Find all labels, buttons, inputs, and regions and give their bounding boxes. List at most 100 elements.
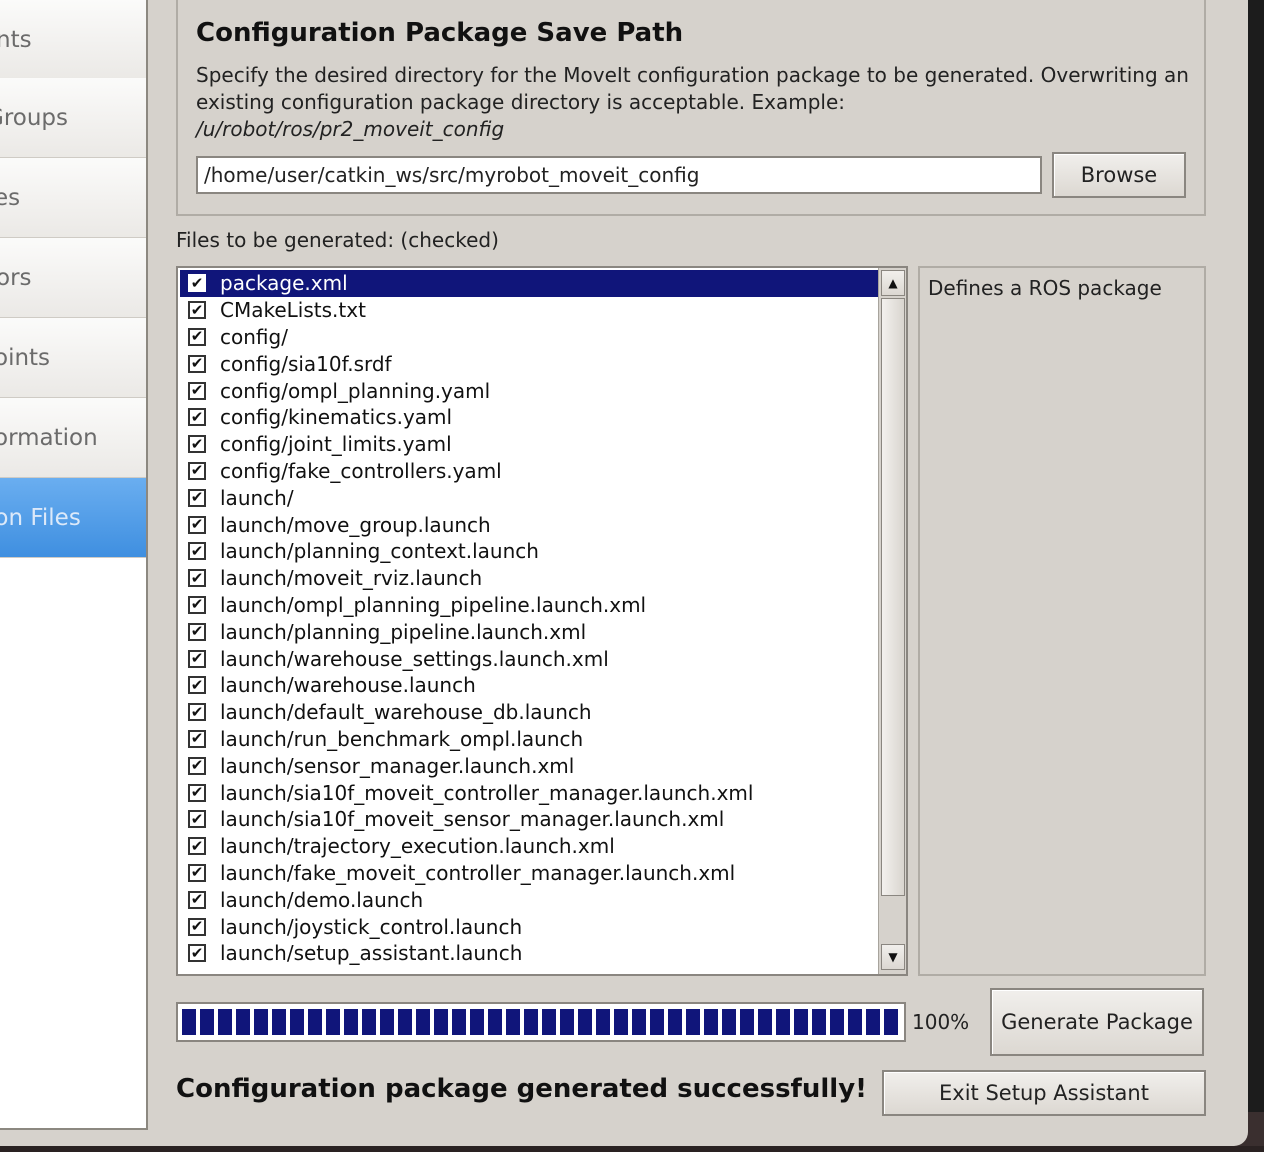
checkbox[interactable]: ✔	[188, 595, 206, 614]
checkbox[interactable]: ✔	[188, 569, 206, 588]
file-description-box: Defines a ROS package	[918, 266, 1206, 976]
checkbox[interactable]: ✔	[188, 649, 206, 668]
sidebar-item[interactable]: oints	[0, 318, 146, 398]
file-description-text: Defines a ROS package	[928, 276, 1162, 300]
file-list-item[interactable]: ✔ config/kinematics.yaml	[180, 404, 882, 431]
file-name: config/	[220, 324, 288, 349]
checkbox[interactable]: ✔	[188, 274, 206, 293]
sidebar-item[interactable]: ormation	[0, 398, 146, 478]
file-name: config/sia10f.srdf	[220, 351, 392, 376]
checkbox[interactable]: ✔	[188, 622, 206, 641]
file-list-item[interactable]: ✔ config/fake_controllers.yaml	[180, 458, 882, 485]
checkbox[interactable]: ✔	[188, 408, 206, 427]
generate-package-button[interactable]: Generate Package	[990, 988, 1204, 1056]
file-list-item[interactable]: ✔ launch/planning_pipeline.launch.xml	[180, 618, 882, 645]
file-list[interactable]: ✔ package.xml ✔ CMakeLists.txt ✔ config/ ✔ conf…	[176, 266, 908, 976]
checkbox[interactable]: ✔	[188, 944, 206, 963]
file-list-item[interactable]: ✔ launch/moveit_rviz.launch	[180, 565, 882, 592]
sidebar-item[interactable]: Groups	[0, 78, 146, 158]
file-list-item[interactable]: ✔ launch/	[180, 484, 882, 511]
file-list-item[interactable]: ✔ launch/planning_context.launch	[180, 538, 882, 565]
sidebar-item-label: nts	[0, 26, 32, 53]
save-path-title: Configuration Package Save Path	[196, 18, 684, 48]
file-name: launch/default_warehouse_db.launch	[220, 700, 592, 725]
sidebar-item[interactable]: ors	[0, 238, 146, 318]
scroll-up-arrow-icon[interactable]: ▲	[881, 270, 905, 296]
file-name: config/kinematics.yaml	[220, 405, 453, 430]
file-list-item[interactable]: ✔ config/	[180, 324, 882, 351]
checkbox[interactable]: ✔	[188, 890, 206, 909]
file-list-item[interactable]: ✔ config/ompl_planning.yaml	[180, 377, 882, 404]
file-name: launch/setup_assistant.launch	[220, 941, 523, 966]
progress-fill	[182, 1009, 900, 1035]
status-message: Configuration package generated successf…	[176, 1074, 868, 1104]
file-name: launch/sia10f_moveit_sensor_manager.laun…	[220, 807, 725, 832]
file-name: launch/sensor_manager.launch.xml	[220, 753, 575, 778]
file-list-item[interactable]: ✔ launch/default_warehouse_db.launch	[180, 699, 882, 726]
file-list-scrollbar[interactable]: ▲ ▼	[878, 268, 906, 974]
checkbox[interactable]: ✔	[188, 729, 206, 748]
checkbox[interactable]: ✔	[188, 488, 206, 507]
checkbox[interactable]: ✔	[188, 381, 206, 400]
desktop-background	[0, 1146, 1264, 1152]
checkbox[interactable]: ✔	[188, 301, 206, 320]
checkbox[interactable]: ✔	[188, 435, 206, 454]
scroll-thumb[interactable]	[881, 298, 905, 896]
file-name: launch/joystick_control.launch	[220, 914, 523, 939]
file-list-item[interactable]: ✔ launch/sia10f_moveit_sensor_manager.lau…	[180, 806, 882, 833]
browse-button[interactable]: Browse	[1052, 152, 1186, 198]
checkbox[interactable]: ✔	[188, 542, 206, 561]
checkbox[interactable]: ✔	[188, 756, 206, 775]
file-name: launch/demo.launch	[220, 887, 424, 912]
checkbox[interactable]: ✔	[188, 863, 206, 882]
file-list-item[interactable]: ✔ launch/demo.launch	[180, 886, 882, 913]
sidebar-item-label: oints	[0, 344, 51, 371]
file-name: package.xml	[220, 271, 348, 296]
checkbox[interactable]: ✔	[188, 515, 206, 534]
sidebar: nts Groups es ors oints ormation ion Files	[0, 0, 148, 1130]
files-label: Files to be generated: (checked)	[176, 228, 499, 252]
file-list-item[interactable]: ✔ launch/warehouse.launch	[180, 672, 882, 699]
file-name: launch/	[220, 485, 294, 510]
checkbox[interactable]: ✔	[188, 837, 206, 856]
sidebar-item-label: ion Files	[0, 504, 81, 531]
sidebar-item[interactable]: nts	[0, 0, 146, 80]
file-name: config/ompl_planning.yaml	[220, 378, 491, 403]
exit-setup-assistant-button[interactable]: Exit Setup Assistant	[882, 1070, 1206, 1116]
file-list-item[interactable]: ✔ config/joint_limits.yaml	[180, 431, 882, 458]
file-list-item[interactable]: ✔ launch/run_benchmark_ompl.launch	[180, 726, 882, 753]
file-list-item[interactable]: ✔ launch/joystick_control.launch	[180, 913, 882, 940]
file-name: launch/moveit_rviz.launch	[220, 566, 483, 591]
file-name: launch/warehouse_settings.launch.xml	[220, 646, 609, 671]
file-name: CMakeLists.txt	[220, 298, 366, 323]
checkbox[interactable]: ✔	[188, 354, 206, 373]
file-list-item[interactable]: ✔ launch/warehouse_settings.launch.xml	[180, 645, 882, 672]
file-list-item[interactable]: ✔ launch/move_group.launch	[180, 511, 882, 538]
sidebar-item-label: ors	[0, 264, 32, 291]
file-list-item[interactable]: ✔ launch/sensor_manager.launch.xml	[180, 752, 882, 779]
checkbox[interactable]: ✔	[188, 917, 206, 936]
checkbox[interactable]: ✔	[188, 783, 206, 802]
save-path-example: /u/robot/ros/pr2_moveit_config	[196, 117, 505, 141]
checkbox[interactable]: ✔	[188, 327, 206, 346]
sidebar-item[interactable]: es	[0, 158, 146, 238]
sidebar-item-label: ormation	[0, 424, 98, 451]
checkbox[interactable]: ✔	[188, 810, 206, 829]
checkbox[interactable]: ✔	[188, 703, 206, 722]
file-list-item[interactable]: ✔ CMakeLists.txt	[180, 297, 882, 324]
file-name: launch/sia10f_moveit_controller_manager.…	[220, 780, 754, 805]
save-path-input[interactable]	[196, 156, 1042, 194]
file-list-item[interactable]: ✔ launch/trajectory_execution.launch.xml	[180, 833, 882, 860]
file-name: launch/planning_pipeline.launch.xml	[220, 619, 587, 644]
scroll-down-arrow-icon[interactable]: ▼	[881, 944, 905, 970]
file-list-item[interactable]: ✔ package.xml	[180, 270, 882, 297]
file-list-item[interactable]: ✔ launch/setup_assistant.launch	[180, 940, 882, 967]
file-list-item[interactable]: ✔ config/sia10f.srdf	[180, 350, 882, 377]
file-list-item[interactable]: ✔ launch/fake_moveit_controller_manager.l…	[180, 860, 882, 887]
file-name: launch/warehouse.launch	[220, 673, 476, 698]
file-list-item[interactable]: ✔ launch/sia10f_moveit_controller_manager…	[180, 779, 882, 806]
checkbox[interactable]: ✔	[188, 461, 206, 480]
checkbox[interactable]: ✔	[188, 676, 206, 695]
sidebar-item[interactable]: ion Files	[0, 478, 146, 558]
file-list-item[interactable]: ✔ launch/ompl_planning_pipeline.launch.xm…	[180, 592, 882, 619]
